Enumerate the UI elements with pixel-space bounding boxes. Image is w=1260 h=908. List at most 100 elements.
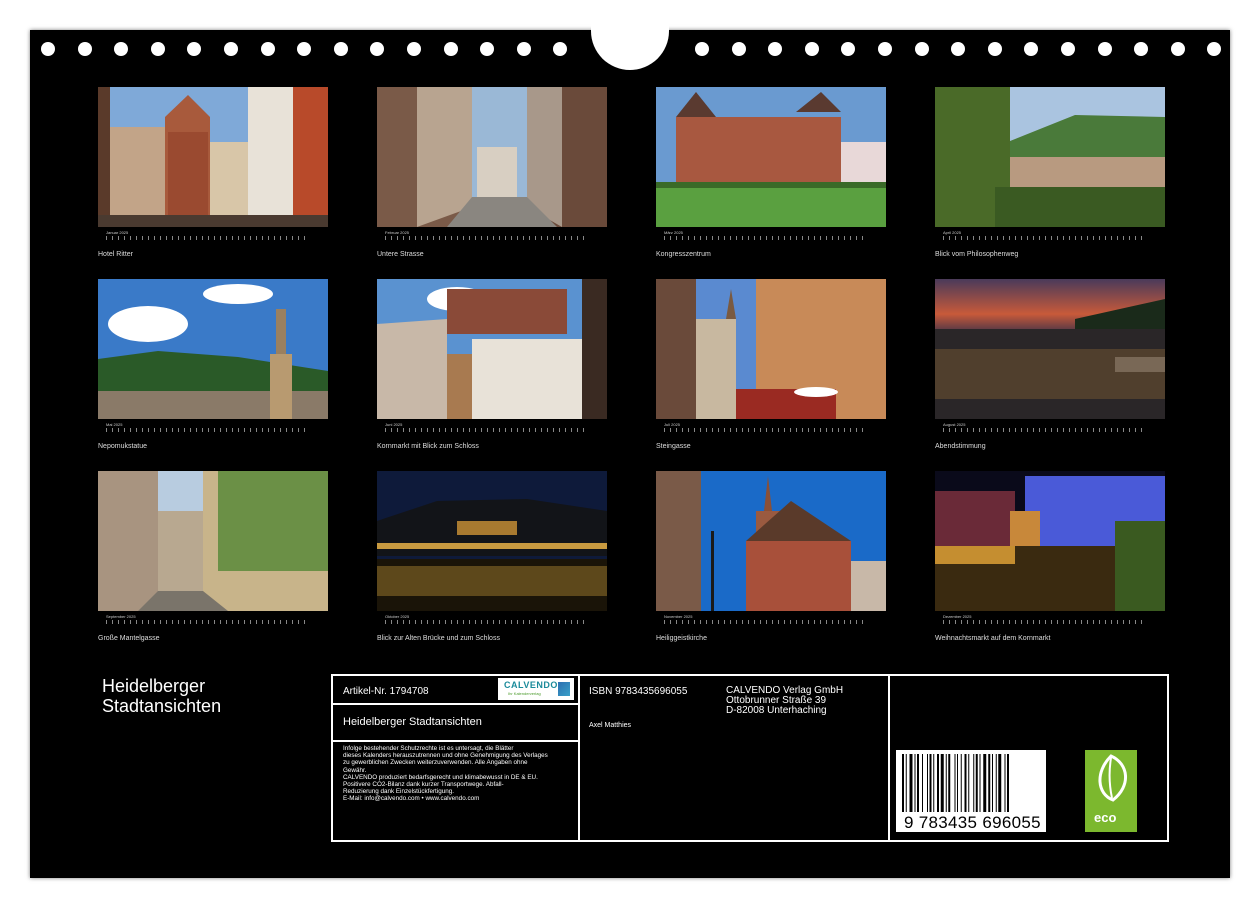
day-grid [385, 428, 585, 432]
leaf-icon [1098, 754, 1127, 802]
photo-nepomukstatue [98, 279, 328, 419]
calendar-back-cover: Januar 2025 Hotel Ritter Februar 2025 Un… [30, 24, 1230, 878]
photo-caption: Große Mantelgasse [98, 635, 160, 642]
binding-hole [731, 42, 746, 56]
calendar-title: Heidelberger Stadtansichten [102, 676, 221, 716]
photo-caption: Hotel Ritter [98, 251, 134, 258]
binding-hole [1170, 42, 1185, 56]
logo-subtitle: Ihr Kalenderverlag [508, 691, 541, 696]
binding-hole [987, 42, 1002, 56]
photo-philosophenweg [935, 87, 1165, 227]
legal-line: E-Mail: info@calvendo.com • www.calvendo… [343, 795, 480, 803]
day-grid [106, 428, 306, 432]
binding-hole [260, 42, 275, 56]
photo-weihnachtsmarkt [935, 471, 1165, 611]
publisher-address: CALVENDO Verlag GmbH Ottobrunner Straße … [726, 686, 843, 716]
photo-hotel-ritter [98, 87, 328, 227]
binding-hole [77, 42, 92, 56]
author: Axel Matthies [589, 722, 632, 729]
binding-hole [224, 42, 238, 56]
month-label: April 2025 [943, 230, 962, 235]
day-grid [385, 620, 585, 624]
binding-hole [951, 42, 966, 56]
binding-hole [804, 42, 819, 56]
photo-abendstimmung [935, 279, 1165, 419]
logo-text: CALVENDO [504, 680, 558, 690]
day-grid [943, 236, 1143, 240]
day-grid [106, 620, 306, 624]
legal-line: Gewähr. [343, 766, 367, 774]
month-label: Januar 2025 [106, 230, 129, 235]
binding-hole [553, 42, 568, 56]
binding-hole [695, 42, 709, 56]
divider [578, 676, 580, 840]
logo-mark-icon [558, 682, 570, 696]
binding-hole [1207, 42, 1222, 56]
binding-hole [768, 42, 783, 56]
eco-text: eco [1094, 810, 1117, 825]
binding-hole [1061, 42, 1075, 56]
day-grid [664, 236, 864, 240]
barcode-number: 9 783435 696055 [904, 813, 1041, 832]
month-label: Juni 2025 [385, 422, 403, 427]
legal-line: Infolge bestehender Schutzrechte ist es … [343, 745, 514, 752]
binding-hole [914, 42, 929, 56]
binding-hole [41, 42, 55, 56]
binding-hole [516, 42, 531, 56]
divider [888, 676, 890, 840]
binding-hole [407, 42, 421, 56]
barcode: 9 783435 696055 [896, 750, 1046, 832]
photo-steingasse [656, 279, 886, 419]
month-label: Oktober 2025 [385, 614, 410, 619]
month-label: November 2025 [664, 614, 693, 619]
binding-hole [480, 42, 495, 56]
month-label: Februar 2025 [385, 230, 410, 235]
calendar-title-line1: Heidelberger [102, 676, 206, 696]
month-label: Juli 2025 [664, 422, 681, 427]
legal-line: Positivere CO2-Bilanz dank kurzer Transp… [343, 781, 504, 789]
legal-line: dieses Kalenders herauszutrennen und ohn… [343, 752, 548, 760]
eco-label: eco [1085, 750, 1137, 832]
day-grid [664, 620, 864, 624]
month-label: September 2025 [106, 614, 136, 619]
binding-hole [1097, 42, 1112, 56]
legal-line: CALVENDO produziert bedarfsgerecht und k… [343, 773, 538, 781]
photo-caption: Kornmarkt mit Blick zum Schloss [377, 443, 479, 450]
photo-caption: Abendstimmung [935, 443, 986, 450]
binding-hole [841, 42, 856, 56]
day-grid [943, 620, 1143, 624]
binding-hole [333, 42, 348, 56]
photo-kornmarkt [377, 279, 607, 419]
photo-caption: Steingasse [656, 443, 691, 450]
month-label: August 2025 [943, 422, 966, 427]
day-grid [664, 428, 864, 432]
photo-caption: Kongresszentrum [656, 251, 711, 258]
binding-hole [187, 42, 202, 56]
binding-hole [443, 42, 458, 56]
binding-hole [1024, 42, 1039, 56]
photo-alte-bruecke [377, 471, 607, 611]
imprint-box: Artikel-Nr. 1794708 CALVENDO Ihr Kalende… [331, 674, 1169, 842]
day-grid [106, 236, 306, 240]
binding-hole [878, 42, 892, 56]
photo-untere-strasse [377, 87, 607, 227]
calendar-title-line2: Stadtansichten [102, 696, 222, 716]
photo-caption: Weihnachtsmarkt auf dem Kornmarkt [935, 635, 1051, 642]
photo-caption: Nepomukstatue [98, 443, 148, 450]
binding-hole [114, 42, 129, 56]
article-number: Artikel-Nr. 1794708 [343, 686, 429, 697]
divider [333, 740, 578, 742]
photo-caption: Untere Strasse [377, 251, 424, 258]
legal-line: zu gewerblichen Zwecken weiterzuverwende… [343, 759, 528, 767]
photo-caption: Blick zur Alten Brücke und zum Schloss [377, 635, 500, 642]
legal-notice: Infolge bestehender Schutzrechte ist es … [343, 745, 548, 803]
day-grid [385, 236, 585, 240]
barcode-bars [902, 754, 1009, 812]
isbn: ISBN 9783435696055 [589, 686, 688, 697]
binding-hole [150, 42, 165, 56]
binding-hole [297, 42, 312, 56]
month-label: Dezember 2025 [943, 614, 972, 619]
legal-line: Reduzierung dank Einzelstückfertigung. [343, 788, 454, 796]
publisher-line: D-82008 Unterhaching [726, 705, 827, 716]
imprint-calendar-title: Heidelberger Stadtansichten [343, 716, 482, 728]
